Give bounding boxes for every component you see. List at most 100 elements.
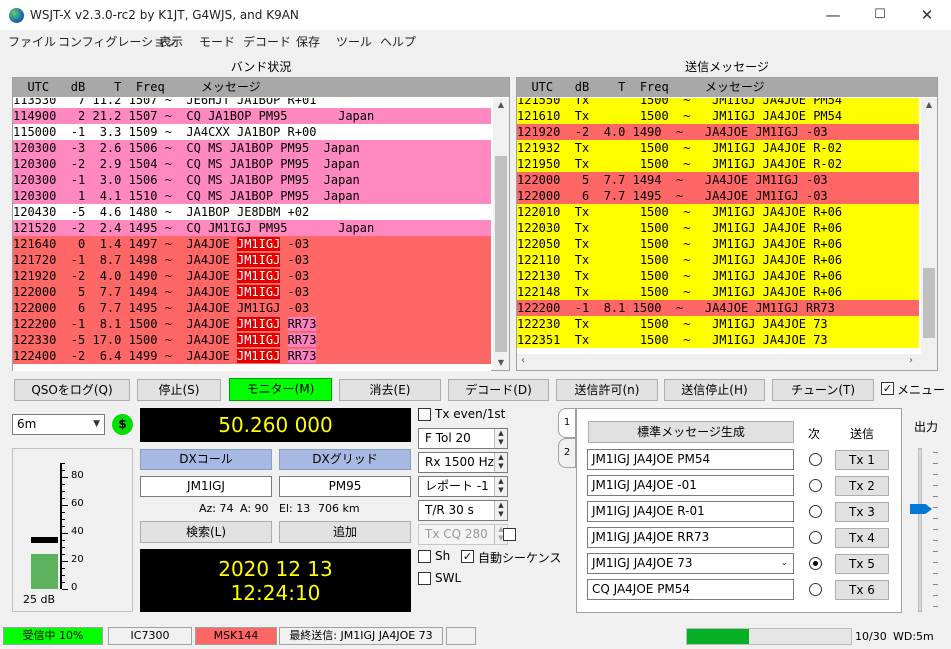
- tr-period-spinbox[interactable]: T/R 30 s ▲ ▼: [418, 500, 508, 521]
- band-activity-row[interactable]: 121640 0 1.4 1497 ~ JA4JOE JM1IGJ -03: [13, 236, 491, 252]
- tab-1[interactable]: 1: [558, 408, 576, 438]
- stop-button[interactable]: 停止(S): [137, 379, 221, 401]
- rx-frequency-list[interactable]: 121550 Tx 1500 ~ JM1IGJ JA4JOE PM54 12161…: [517, 98, 919, 354]
- log-qso-button[interactable]: QSOをログ(Q): [14, 379, 130, 401]
- tx3-button[interactable]: Tx 3: [835, 502, 889, 522]
- spin-arrows-icon[interactable]: ▲ ▼: [494, 453, 507, 472]
- band-activity-row[interactable]: 120300 1 4.1 1510 ~ CQ MS JA1BOP PM95 Ja…: [13, 188, 491, 204]
- ftol-spinbox[interactable]: F Tol 20 ▲ ▼: [418, 428, 508, 449]
- auto-sequence-checkbox[interactable]: ✓: [461, 550, 474, 563]
- tx-even-checkbox[interactable]: [418, 408, 431, 421]
- dx-call-input[interactable]: JM1IGJ: [140, 476, 272, 497]
- band-activity-row[interactable]: 120300 -1 3.0 1506 ~ CQ MS JA1BOP PM95 J…: [13, 172, 491, 188]
- close-button[interactable]: ✕: [904, 0, 950, 30]
- tx4-button[interactable]: Tx 4: [835, 528, 889, 548]
- next-radio-2[interactable]: [809, 479, 822, 492]
- tx1-button[interactable]: Tx 1: [835, 450, 889, 470]
- dx-grid-input[interactable]: PM95: [279, 476, 411, 497]
- band-activity-row[interactable]: 120300 -2 2.9 1504 ~ CQ MS JA1BOP PM95 J…: [13, 156, 491, 172]
- band-activity-row[interactable]: 121720 -1 8.7 1498 ~ JA4JOE JM1IGJ -03: [13, 252, 491, 268]
- tx5-button[interactable]: Tx 5: [835, 554, 889, 574]
- power-slider-track[interactable]: [918, 448, 922, 612]
- chevron-down-icon[interactable]: ⌄: [780, 554, 788, 573]
- scroll-down-icon[interactable]: ▼: [493, 356, 509, 370]
- scroll-up-icon[interactable]: ▲: [921, 98, 937, 112]
- rx-frequency-row[interactable]: 121932 Tx 1500 ~ JM1IGJ JA4JOE R-02: [517, 140, 919, 156]
- rx-hscrollbar[interactable]: ‹ ›: [517, 354, 937, 370]
- menu-file[interactable]: ファイル: [8, 33, 56, 50]
- band-activity-row[interactable]: 114900 2 21.2 1507 ~ CQ JA1BOP PM95 Japa…: [13, 108, 491, 124]
- spin-arrows-icon[interactable]: ▲ ▼: [494, 429, 507, 448]
- tx-message-field-5[interactable]: JM1IGJ JA4JOE 73 ⌄: [587, 553, 794, 574]
- menu-save[interactable]: 保存: [296, 33, 320, 50]
- menu-tools[interactable]: ツール: [336, 33, 372, 50]
- spin-arrows-icon[interactable]: ▲ ▼: [494, 501, 507, 520]
- menu-decode[interactable]: デコード: [243, 33, 291, 50]
- band-activity-row[interactable]: 113530 7 11.2 1507 ~ JE6HJT JA1BOP R+01: [13, 98, 491, 108]
- rx-frequency-spinbox[interactable]: Rx 1500 Hz ▲ ▼: [418, 452, 508, 473]
- rx-frequency-row[interactable]: 122000 6 7.7 1495 ~ JA4JOE JM1IGJ -03: [517, 188, 919, 204]
- dollar-icon[interactable]: $: [112, 414, 133, 435]
- tx-message-field-6[interactable]: CQ JA4JOE PM54: [587, 579, 794, 600]
- sh-checkbox[interactable]: [418, 550, 431, 563]
- rx-frequency-row[interactable]: 122010 Tx 1500 ~ JM1IGJ JA4JOE R+06: [517, 204, 919, 220]
- rx-scrollbar[interactable]: ▲: [921, 98, 937, 354]
- band-activity-row[interactable]: 122400 -2 6.4 1499 ~ JA4JOE JM1IGJ RR73: [13, 348, 491, 364]
- scroll-thumb[interactable]: [495, 156, 507, 352]
- band-activity-row[interactable]: 122000 6 7.7 1495 ~ JA4JOE JM1IGJ -03: [13, 300, 491, 316]
- band-activity-row[interactable]: 121520 -2 2.4 1495 ~ CQ JM1IGJ PM95 Japa…: [13, 220, 491, 236]
- tx-message-field-2[interactable]: JM1IGJ JA4JOE -01: [587, 475, 794, 496]
- rx-frequency-row[interactable]: 121550 Tx 1500 ~ JM1IGJ JA4JOE PM54: [517, 98, 919, 108]
- tx-message-field-3[interactable]: JM1IGJ JA4JOE R-01: [587, 501, 794, 522]
- band-activity-scrollbar[interactable]: ▲ ▼: [493, 98, 509, 370]
- next-radio-3[interactable]: [809, 505, 822, 518]
- rx-frequency-row[interactable]: 122110 Tx 1500 ~ JM1IGJ JA4JOE R+06: [517, 252, 919, 268]
- add-button[interactable]: 追加: [279, 521, 411, 543]
- rx-frequency-row[interactable]: 121920 -2 4.0 1490 ~ JA4JOE JM1IGJ -03: [517, 124, 919, 140]
- tune-button[interactable]: チューン(T): [772, 379, 874, 401]
- scroll-thumb[interactable]: [923, 268, 935, 338]
- scroll-left-icon[interactable]: ‹: [521, 355, 525, 366]
- rx-frequency-row[interactable]: 122000 5 7.7 1494 ~ JA4JOE JM1IGJ -03: [517, 172, 919, 188]
- halt-tx-button[interactable]: 送信停止(H): [664, 379, 765, 401]
- tab-2[interactable]: 2: [558, 438, 576, 468]
- band-activity-row[interactable]: 121920 -2 4.0 1490 ~ JA4JOE JM1IGJ -03: [13, 268, 491, 284]
- spin-arrows-icon[interactable]: ▲ ▼: [494, 477, 507, 496]
- band-activity-list[interactable]: 113530 7 11.2 1507 ~ JE6HJT JA1BOP R+01 1…: [13, 98, 491, 371]
- tx-message-field-4[interactable]: JM1IGJ JA4JOE RR73: [587, 527, 794, 548]
- lookup-button[interactable]: 検索(L): [140, 521, 272, 543]
- band-activity-row[interactable]: 122000 5 7.7 1494 ~ JA4JOE JM1IGJ -03: [13, 284, 491, 300]
- scroll-up-icon[interactable]: ▲: [493, 98, 509, 112]
- tx-message-field-1[interactable]: JM1IGJ JA4JOE PM54: [587, 449, 794, 470]
- tx6-button[interactable]: Tx 6: [835, 580, 889, 600]
- menus-checkbox[interactable]: ✓: [881, 382, 894, 395]
- next-radio-5[interactable]: [809, 557, 822, 570]
- rx-frequency-row[interactable]: 122050 Tx 1500 ~ JM1IGJ JA4JOE R+06: [517, 236, 919, 252]
- next-radio-4[interactable]: [809, 531, 822, 544]
- tx-cq-spinbox[interactable]: Tx CQ 280 ▲ ▼: [418, 524, 508, 545]
- rx-frequency-row[interactable]: 121610 Tx 1500 ~ JM1IGJ JA4JOE PM54: [517, 108, 919, 124]
- band-activity-row[interactable]: 120430 -5 4.6 1480 ~ JA1BOP JE8DBM +02: [13, 204, 491, 220]
- next-radio-6[interactable]: [809, 583, 822, 596]
- tx2-button[interactable]: Tx 2: [835, 476, 889, 496]
- decode-button[interactable]: デコード(D): [448, 379, 549, 401]
- rx-frequency-row[interactable]: 122030 Tx 1500 ~ JM1IGJ JA4JOE R+06: [517, 220, 919, 236]
- menu-help[interactable]: ヘルプ: [380, 33, 416, 50]
- rx-frequency-row[interactable]: 122351 Tx 1500 ~ JM1IGJ JA4JOE 73: [517, 332, 919, 348]
- minimize-button[interactable]: —: [810, 0, 856, 30]
- enable-tx-button[interactable]: 送信許可(n): [556, 379, 658, 401]
- menu-mode[interactable]: モード: [199, 33, 235, 50]
- band-select[interactable]: 6m ▼: [12, 414, 105, 435]
- menu-view[interactable]: 表示: [159, 33, 183, 50]
- band-activity-row[interactable]: 120300 -3 2.6 1506 ~ CQ MS JA1BOP PM95 J…: [13, 140, 491, 156]
- monitor-button[interactable]: モニター(M): [229, 378, 332, 401]
- rx-frequency-row[interactable]: 122130 Tx 1500 ~ JM1IGJ JA4JOE R+06: [517, 268, 919, 284]
- maximize-button[interactable]: ☐: [857, 0, 903, 30]
- report-spinbox[interactable]: レポート -1 ▲ ▼: [418, 476, 508, 497]
- generate-messages-button[interactable]: 標準メッセージ生成: [588, 421, 794, 443]
- rx-frequency-row[interactable]: 121950 Tx 1500 ~ JM1IGJ JA4JOE R-02: [517, 156, 919, 172]
- power-slider-handle[interactable]: [910, 504, 932, 514]
- tx-cq-checkbox[interactable]: [503, 528, 516, 541]
- rx-frequency-row[interactable]: 122200 -1 8.1 1500 ~ JA4JOE JM1IGJ RR73: [517, 300, 919, 316]
- rx-frequency-row[interactable]: 122148 Tx 1500 ~ JM1IGJ JA4JOE R+06: [517, 284, 919, 300]
